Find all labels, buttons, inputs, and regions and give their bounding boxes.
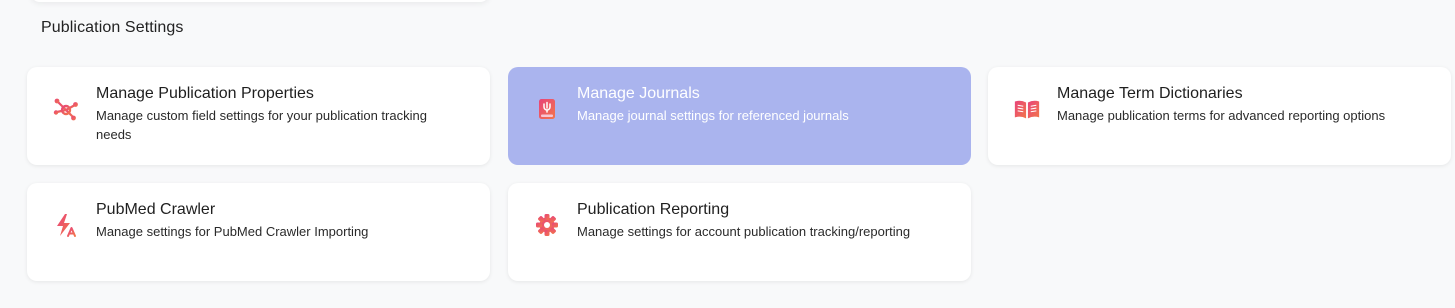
card-title: Manage Journals: [577, 85, 700, 102]
gear-icon: [533, 211, 561, 239]
open-book-icon: [1013, 95, 1041, 123]
card-title: PubMed Crawler: [96, 201, 216, 218]
card-manage-journals[interactable]: Manage Journals Manage journal settings …: [508, 67, 971, 165]
card-description: Manage settings for account publication …: [577, 224, 911, 239]
card-description: Manage journal settings for referenced j…: [577, 108, 849, 123]
card-description: Manage custom field settings for your pu…: [96, 108, 427, 142]
card-description: Manage settings for PubMed Crawler Impor…: [96, 224, 369, 239]
card-title: Publication Reporting: [577, 201, 730, 218]
card-title: Manage Term Dictionaries: [1057, 85, 1243, 102]
section-title: Publication Settings: [41, 19, 184, 36]
card-publication-reporting[interactable]: Publication Reporting Manage settings fo…: [508, 183, 971, 281]
card-manage-publication-properties[interactable]: Manage Publication Properties Manage cus…: [27, 67, 490, 165]
lightning-icon: [52, 211, 80, 239]
journal-book-icon: [533, 95, 561, 123]
network-nodes-icon: [52, 95, 80, 123]
card-pubmed-crawler[interactable]: PubMed Crawler Manage settings for PubMe…: [27, 183, 490, 281]
previous-panel-edge: [30, 0, 490, 2]
card-description: Manage publication terms for advanced re…: [1057, 108, 1386, 123]
card-manage-term-dictionaries[interactable]: Manage Term Dictionaries Manage publicat…: [988, 67, 1451, 165]
card-title: Manage Publication Properties: [96, 85, 314, 102]
